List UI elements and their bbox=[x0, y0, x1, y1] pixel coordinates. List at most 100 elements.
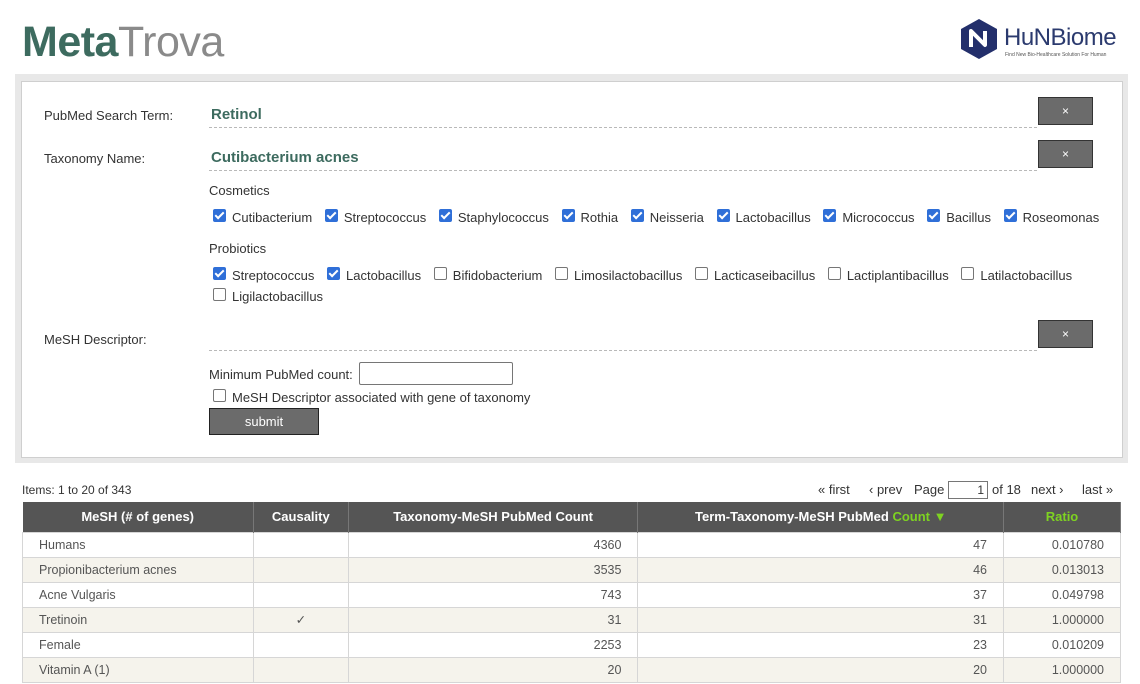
probiotics-checkbox-item[interactable]: Streptococcus bbox=[213, 267, 314, 283]
pager-last-link[interactable]: last » bbox=[1082, 482, 1113, 497]
logo-trova-text: Trova bbox=[117, 18, 224, 66]
checkbox[interactable] bbox=[1003, 209, 1017, 223]
probiotics-checkbox-item[interactable]: Lacticaseibacillus bbox=[695, 267, 815, 283]
checkbox[interactable] bbox=[213, 209, 226, 223]
cell-mesh[interactable]: Female bbox=[22, 631, 254, 658]
checkbox[interactable] bbox=[823, 209, 837, 223]
probiotics-checkbox-item[interactable]: Bifidobacterium bbox=[433, 267, 542, 283]
probiotics-checkbox-item[interactable]: Latilactobacillus bbox=[961, 267, 1072, 283]
probiotics-checkbox-item[interactable]: Ligilactobacillus bbox=[213, 288, 323, 304]
min-pubmed-count-input[interactable] bbox=[359, 362, 513, 385]
mesh-descriptor-input[interactable] bbox=[209, 350, 1037, 351]
table-row: Propionibacterium acnes 3535 46 0.013013 bbox=[22, 556, 1121, 583]
probiotics-checkbox-item[interactable]: Limosilactobacillus bbox=[555, 267, 682, 283]
cell-ratio: 1.000000 bbox=[1003, 606, 1121, 633]
pager-prev-link[interactable]: ‹ prev bbox=[869, 482, 902, 497]
probiotics-group-label: Probiotics bbox=[209, 241, 267, 256]
table-row: Humans 4360 47 0.010780 bbox=[22, 531, 1121, 558]
checkbox-label: Micrococcus bbox=[842, 210, 915, 226]
col-mesh[interactable]: MeSH (# of genes) bbox=[22, 502, 254, 532]
pager-page-label: Page bbox=[914, 482, 945, 497]
checkbox[interactable] bbox=[555, 267, 569, 281]
cell-mesh[interactable]: Vitamin A (1) bbox=[22, 656, 254, 683]
hunbiome-logo[interactable]: HuNBiome Find New Bio-Healthcare Solutio… bbox=[958, 14, 1128, 64]
clear-mesh-descriptor-button[interactable]: × bbox=[1038, 320, 1093, 348]
cell-mesh[interactable]: Propionibacterium acnes bbox=[22, 556, 254, 583]
clear-taxonomy-button[interactable]: × bbox=[1038, 140, 1093, 168]
col-ratio[interactable]: Ratio bbox=[1003, 502, 1121, 532]
cell-mesh[interactable]: Humans bbox=[22, 531, 254, 558]
min-pubmed-count-label: Minimum PubMed count: bbox=[209, 367, 353, 382]
checkbox[interactable] bbox=[695, 267, 709, 281]
results-table: MeSH (# of genes) Causality Taxonomy-MeS… bbox=[22, 502, 1121, 683]
pager-next-link[interactable]: next › bbox=[1031, 482, 1064, 497]
cell-tax-count: 2253 bbox=[347, 631, 639, 658]
checkbox-label: Roseomonas bbox=[1022, 210, 1100, 226]
checkbox[interactable] bbox=[961, 267, 975, 281]
cell-term-count: 47 bbox=[637, 531, 1005, 558]
checkbox-label: Bacillus bbox=[946, 210, 991, 226]
table-header-row: MeSH (# of genes) Causality Taxonomy-MeS… bbox=[22, 502, 1121, 532]
checkbox[interactable] bbox=[827, 267, 841, 281]
pubmed-term-input[interactable]: Retinol bbox=[211, 106, 262, 123]
col-causality[interactable]: Causality bbox=[253, 502, 349, 532]
taxonomy-name-underline bbox=[209, 170, 1037, 171]
col-taxonomy-mesh-count[interactable]: Taxonomy-MeSH PubMed Count bbox=[348, 502, 639, 532]
col-term-count-sort-indicator: Count ▼ bbox=[892, 509, 947, 525]
cell-mesh[interactable]: Acne Vulgaris bbox=[22, 581, 254, 608]
table-row: Acne Vulgaris 743 37 0.049798 bbox=[22, 581, 1121, 608]
checkbox-label: Lactobacillus bbox=[346, 268, 422, 284]
checkbox-label: Streptococcus bbox=[232, 268, 315, 284]
cell-tax-count: 31 bbox=[347, 606, 639, 633]
checkbox[interactable] bbox=[716, 209, 730, 223]
cosmetics-checkbox-item[interactable]: Streptococcus bbox=[324, 209, 427, 226]
cosmetics-checkbox-item[interactable]: Bacillus bbox=[927, 209, 991, 225]
cell-causality bbox=[252, 631, 349, 658]
checkbox[interactable] bbox=[324, 209, 338, 223]
checkbox-label: Ligilactobacillus bbox=[232, 289, 324, 305]
probiotics-checkbox-item[interactable]: Lactobacillus bbox=[327, 267, 421, 283]
col-ratio-label: Ratio bbox=[1045, 509, 1079, 525]
checkbox[interactable] bbox=[213, 267, 226, 281]
cosmetics-checkbox-item[interactable]: Staphylococcus bbox=[438, 209, 549, 225]
taxonomy-name-label: Taxonomy Name: bbox=[44, 151, 146, 166]
checkbox-label: Lacticaseibacillus bbox=[714, 268, 816, 284]
checkbox[interactable] bbox=[433, 267, 447, 281]
col-term-taxonomy-mesh-count[interactable]: Term-Taxonomy-MeSH PubMed Count ▼ bbox=[637, 502, 1005, 532]
checkbox[interactable] bbox=[630, 209, 644, 223]
cell-ratio: 0.013013 bbox=[1003, 556, 1121, 583]
checkbox[interactable] bbox=[927, 209, 941, 223]
checkbox-label: Cutibacterium bbox=[232, 210, 313, 226]
mesh-descriptor-label: MeSH Descriptor: bbox=[44, 332, 147, 347]
pubmed-term-label: PubMed Search Term: bbox=[44, 108, 174, 123]
cell-term-count: 23 bbox=[637, 631, 1005, 658]
metatrova-logo[interactable]: MetaTrova bbox=[22, 18, 224, 67]
brand-name: HuNBiome bbox=[1004, 24, 1117, 51]
gene-association-checkbox[interactable] bbox=[213, 389, 226, 403]
submit-button[interactable]: submit bbox=[209, 408, 319, 435]
checkbox[interactable] bbox=[213, 288, 226, 302]
pager-page-input[interactable]: 1 bbox=[948, 481, 988, 499]
pager-first-link[interactable]: « first bbox=[818, 482, 850, 497]
checkbox-label: Limosilactobacillus bbox=[574, 268, 683, 284]
checkbox[interactable] bbox=[438, 209, 452, 223]
gene-association-checkbox-item[interactable]: MeSH Descriptor associated with gene of … bbox=[213, 389, 530, 405]
cosmetics-checkbox-item[interactable]: Roseomonas bbox=[1003, 209, 1100, 226]
clear-pubmed-term-button[interactable]: × bbox=[1038, 97, 1093, 125]
cosmetics-checkbox-row: Cutibacterium Streptococcus Staphylococc… bbox=[213, 209, 1108, 225]
cosmetics-checkbox-item[interactable]: Micrococcus bbox=[823, 209, 915, 226]
taxonomy-name-input[interactable]: Cutibacterium acnes bbox=[211, 149, 359, 166]
cell-term-count: 46 bbox=[637, 556, 1005, 583]
pubmed-term-underline bbox=[209, 127, 1037, 128]
checkbox[interactable] bbox=[327, 267, 340, 281]
checkbox-label: Streptococcus bbox=[343, 210, 427, 226]
checkbox-label: Lactiplantibacillus bbox=[846, 268, 949, 284]
cell-mesh[interactable]: Tretinoin bbox=[22, 606, 254, 633]
cosmetics-checkbox-item[interactable]: Neisseria bbox=[630, 209, 704, 225]
cosmetics-checkbox-item[interactable]: Cutibacterium bbox=[213, 209, 312, 225]
probiotics-checkbox-item[interactable]: Lactiplantibacillus bbox=[827, 267, 949, 284]
checkbox[interactable] bbox=[561, 209, 575, 223]
cosmetics-checkbox-item[interactable]: Rothia bbox=[561, 209, 618, 225]
cosmetics-checkbox-item[interactable]: Lactobacillus bbox=[716, 209, 811, 225]
cell-tax-count: 20 bbox=[347, 656, 639, 683]
